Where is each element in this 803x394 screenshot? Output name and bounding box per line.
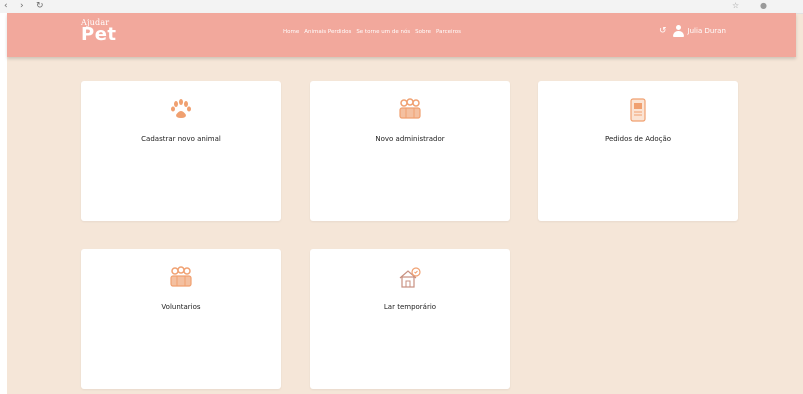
card-label: Pedidos de Adoção [604, 135, 672, 143]
nav-se-torne[interactable]: Se torne um de nós [356, 25, 410, 39]
nav-home[interactable]: Home [283, 25, 299, 39]
site-header: Ajudar Pet Home Animais Perdidos Se torn… [7, 13, 796, 57]
address-bar[interactable] [70, 2, 370, 10]
back-icon[interactable]: ‹ [4, 1, 8, 12]
user-name[interactable]: Julia Duran [688, 27, 726, 35]
card-novo-administrador[interactable]: Novo administrador [310, 81, 510, 221]
main-nav: Home Animais Perdidos Se torne um de nós… [283, 25, 461, 39]
user-area: ↺ Julia Duran [659, 23, 726, 39]
card-label: Lar temporário [383, 303, 437, 311]
paw-icon [171, 99, 191, 118]
nav-animais-perdidos[interactable]: Animais Perdidos [304, 25, 351, 39]
card-label: Novo administrador [375, 135, 445, 143]
people-icon [399, 98, 421, 119]
reload-icon[interactable]: ↻ [36, 1, 44, 12]
document-icon [630, 98, 646, 122]
forward-icon[interactable]: › [20, 1, 24, 12]
nav-parceiros[interactable]: Parceiros [436, 25, 461, 39]
card-label: Voluntarios [161, 303, 201, 311]
card-label: Cadastrar novo animal [141, 135, 221, 143]
user-icon[interactable] [672, 25, 684, 37]
left-edge [0, 13, 7, 394]
browser-toolbar: ‹ › ↻ ☆ ● [0, 0, 803, 14]
card-lar-temporario[interactable]: Lar temporário [310, 249, 510, 389]
card-pedidos-adocao[interactable]: Pedidos de Adoção [538, 81, 738, 221]
card-voluntarios[interactable]: Voluntarios [81, 249, 281, 389]
site-logo[interactable]: Ajudar Pet [81, 18, 141, 52]
undo-icon[interactable]: ↺ [659, 26, 667, 36]
card-cadastrar-animal[interactable]: Cadastrar novo animal [81, 81, 281, 221]
browser-profile-icon[interactable]: ● [760, 1, 767, 10]
logo-main-text: Pet [81, 24, 117, 45]
star-icon[interactable]: ☆ [732, 1, 739, 10]
nav-sobre[interactable]: Sobre [415, 25, 431, 39]
house-icon [399, 267, 421, 288]
people-icon [170, 266, 192, 287]
